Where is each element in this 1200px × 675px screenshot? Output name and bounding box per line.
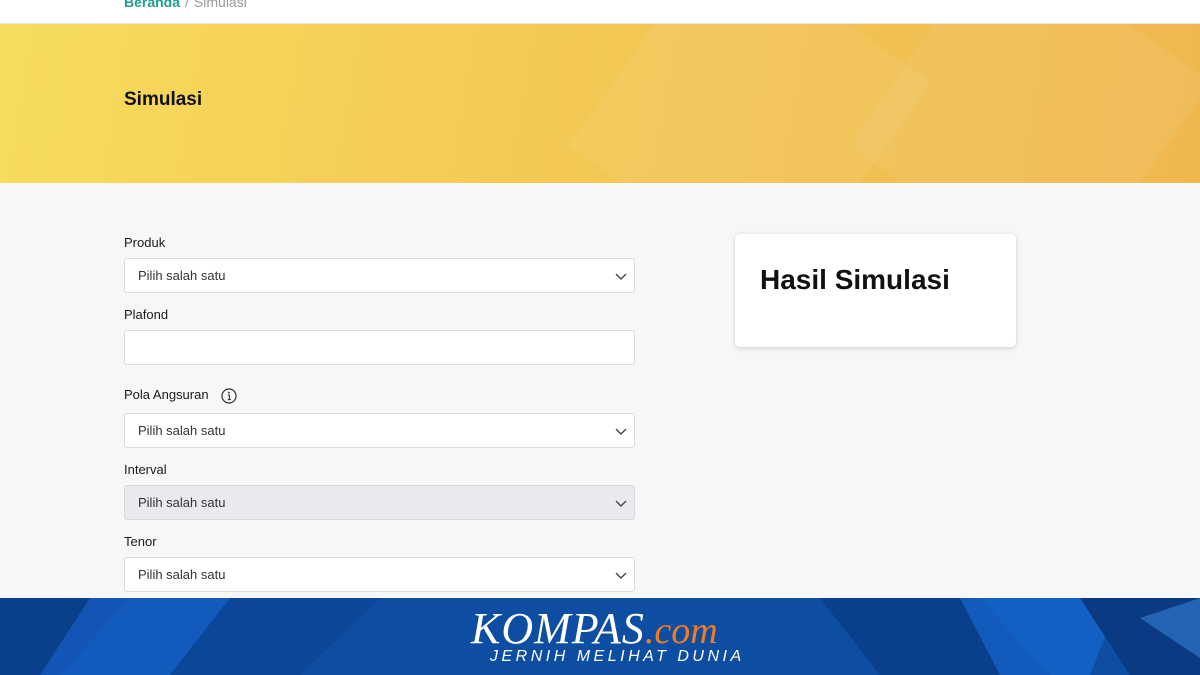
top-bar: Beranda / Simulasi — [0, 0, 1200, 24]
plafond-input[interactable] — [124, 330, 635, 365]
breadcrumb-home-link[interactable]: Beranda — [124, 0, 180, 10]
interval-label: Interval — [124, 462, 167, 477]
pola-angsuran-select-value: Pilih salah satu — [138, 423, 226, 438]
chevron-down-icon — [615, 572, 627, 579]
produk-select[interactable]: Pilih salah satu — [124, 258, 635, 293]
page-header-banner: Simulasi — [0, 24, 1200, 183]
interval-select-value: Pilih salah satu — [138, 495, 226, 510]
info-icon[interactable] — [221, 388, 237, 404]
tenor-select[interactable]: Pilih salah satu — [124, 557, 635, 592]
breadcrumb-current: Simulasi — [193, 0, 247, 10]
result-card: Hasil Simulasi — [735, 234, 1016, 347]
page-title: Simulasi — [124, 89, 203, 110]
pola-angsuran-label: Pola Angsuran — [124, 387, 209, 402]
brand-tagline: JERNIH MELIHAT DUNIA — [490, 648, 745, 665]
kompas-watermark-banner: KOMPAS.com JERNIH MELIHAT DUNIA — [0, 598, 1200, 675]
pola-angsuran-select[interactable]: Pilih salah satu — [124, 413, 635, 448]
kompas-logo: KOMPAS.com — [471, 603, 718, 654]
breadcrumb: Beranda / Simulasi — [124, 0, 247, 10]
tenor-select-value: Pilih salah satu — [138, 567, 226, 582]
brand-name: KOMPAS — [471, 604, 645, 653]
tenor-label: Tenor — [124, 534, 157, 549]
interval-select[interactable]: Pilih salah satu — [124, 485, 635, 520]
result-title: Hasil Simulasi — [760, 264, 950, 295]
produk-select-value: Pilih salah satu — [138, 268, 226, 283]
brand-suffix: .com — [644, 610, 718, 652]
chevron-down-icon — [615, 500, 627, 507]
breadcrumb-separator: / — [185, 0, 189, 10]
chevron-down-icon — [615, 273, 627, 280]
produk-label: Produk — [124, 235, 166, 250]
plafond-label: Plafond — [124, 307, 169, 322]
chevron-down-icon — [615, 428, 627, 435]
